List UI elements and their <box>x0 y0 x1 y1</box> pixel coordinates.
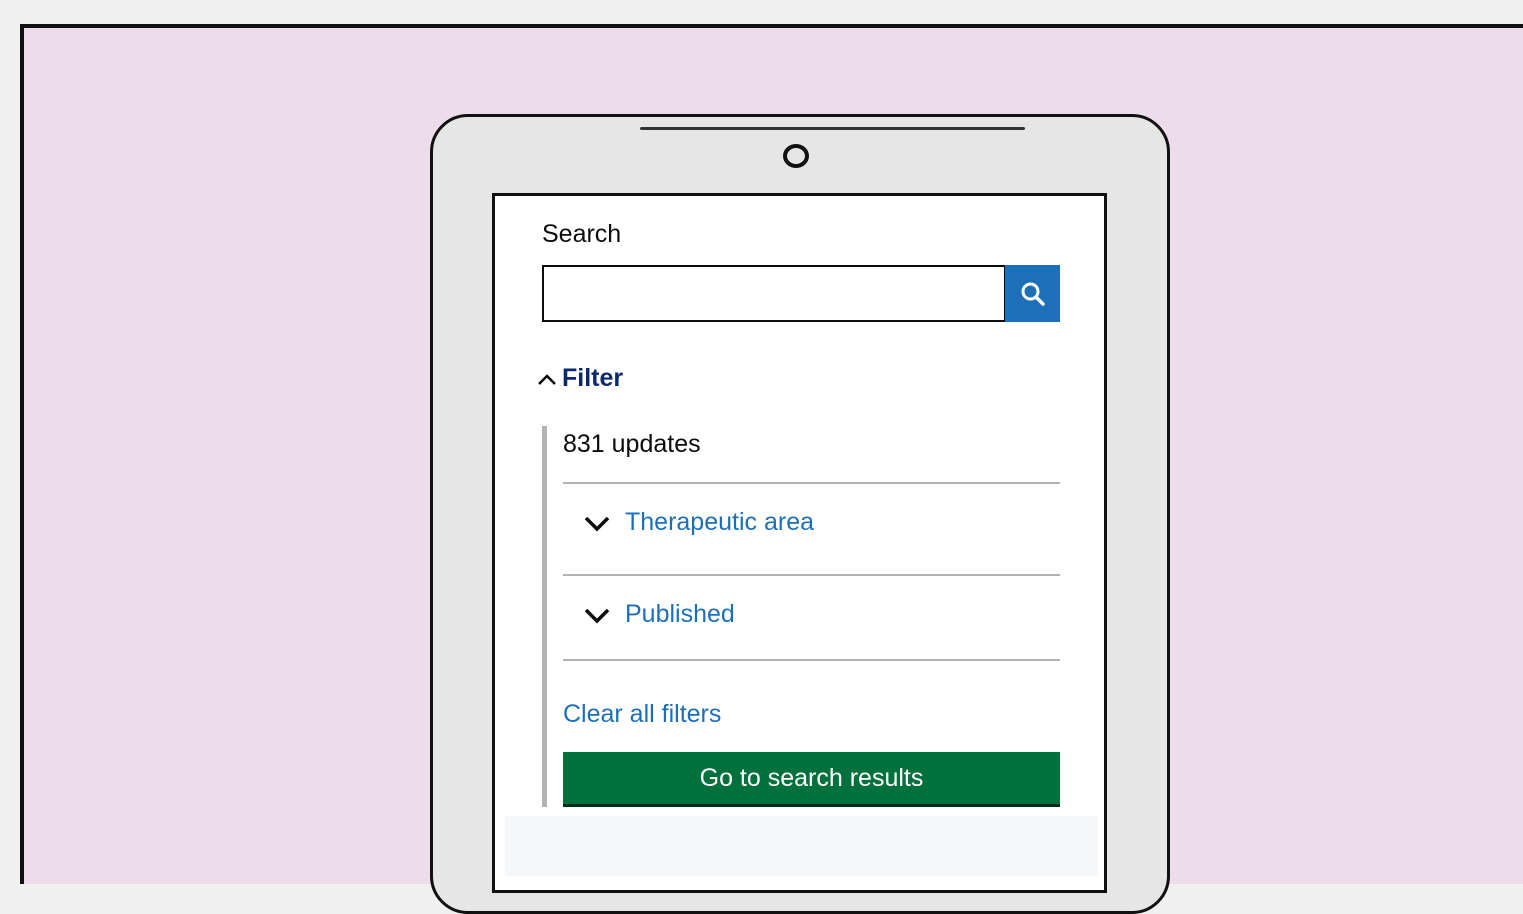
filter-toggle[interactable]: Filter <box>536 364 623 393</box>
chevron-down-icon <box>584 608 610 623</box>
search-icon <box>1021 282 1045 306</box>
result-count: 831 updates <box>563 430 701 458</box>
filter-section-published[interactable]: Published <box>583 600 735 629</box>
search-button[interactable] <box>1005 265 1060 322</box>
filter-section-label: Published <box>625 600 735 628</box>
filter-section-therapeutic-area[interactable]: Therapeutic area <box>583 508 814 537</box>
filter-toggle-label: Filter <box>562 364 624 392</box>
screen-footer-area <box>505 816 1098 876</box>
search-input[interactable] <box>542 265 1006 322</box>
search-label: Search <box>542 220 622 248</box>
divider <box>563 574 1060 576</box>
filter-section-label: Therapeutic area <box>625 508 815 536</box>
tablet-speaker <box>640 127 1025 130</box>
chevron-up-icon <box>538 373 556 385</box>
go-to-search-results-button[interactable]: Go to search results <box>563 752 1060 807</box>
tablet-camera <box>783 144 809 168</box>
filter-panel-border <box>542 426 547 807</box>
divider <box>563 659 1060 661</box>
chevron-down-icon <box>584 516 610 531</box>
clear-all-filters-link[interactable]: Clear all filters <box>563 700 721 729</box>
divider <box>563 482 1060 484</box>
